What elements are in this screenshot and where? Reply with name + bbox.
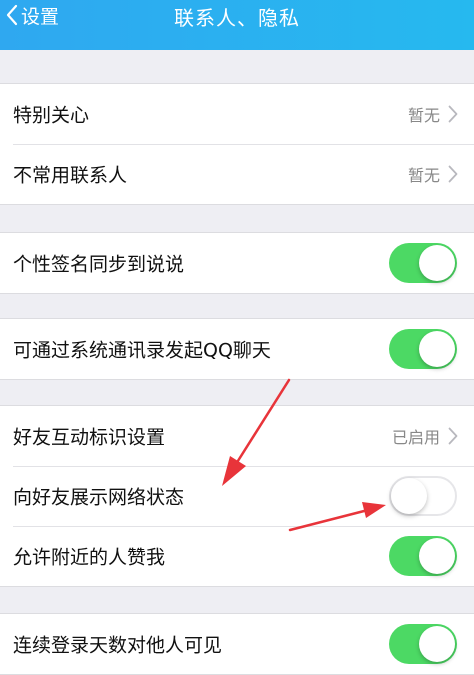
signature-sync-toggle[interactable] [389,243,457,283]
settings-group-signature: 个性签名同步到说说 [0,232,474,294]
toggle-knob [419,538,455,574]
row-special-care[interactable]: 特别关心 暂无 [0,84,474,144]
navigation-bar: 设置 联系人、隐私 [0,0,474,50]
row-infrequent-contacts[interactable]: 不常用联系人 暂无 [0,144,474,204]
toggle-knob [419,331,455,367]
nearby-likes-toggle[interactable] [389,536,457,576]
row-label: 好友互动标识设置 [13,426,166,449]
settings-group-login: 连续登录天数对他人可见 [0,613,474,675]
row-label: 不常用联系人 [13,164,128,187]
row-label: 允许附近的人赞我 [13,546,166,569]
page-title: 联系人、隐私 [174,6,300,30]
settings-group-contacts: 特别关心 暂无 不常用联系人 暂无 [0,83,474,205]
row-label: 个性签名同步到说说 [13,253,185,276]
chevron-right-icon [448,165,458,183]
toggle-knob [419,626,455,662]
settings-group-address-book: 可通过系统通讯录发起QQ聊天 [0,318,474,380]
row-label: 特别关心 [13,104,90,127]
network-status-toggle[interactable] [389,476,457,516]
login-days-toggle[interactable] [389,624,457,664]
row-label: 可通过系统通讯录发起QQ聊天 [13,339,271,362]
row-value: 暂无 [407,166,440,185]
row-nearby-likes: 允许附近的人赞我 [0,526,474,586]
row-value: 已启用 [391,428,440,447]
toggle-knob [391,478,427,514]
row-network-status: 向好友展示网络状态 [0,466,474,526]
row-label: 连续登录天数对他人可见 [13,634,223,657]
row-login-days-visible: 连续登录天数对他人可见 [0,614,474,674]
address-book-chat-toggle[interactable] [389,329,457,369]
settings-group-friends: 好友互动标识设置 已启用 向好友展示网络状态 允许附近的人赞我 [0,405,474,587]
chevron-right-icon [448,105,458,123]
toggle-knob [419,245,455,281]
row-address-book-chat: 可通过系统通讯录发起QQ聊天 [0,319,474,379]
row-label: 向好友展示网络状态 [13,486,185,509]
row-interaction-badge[interactable]: 好友互动标识设置 已启用 [0,406,474,466]
chevron-right-icon [448,427,458,445]
row-signature-sync: 个性签名同步到说说 [0,233,474,293]
row-value: 暂无 [407,106,440,125]
